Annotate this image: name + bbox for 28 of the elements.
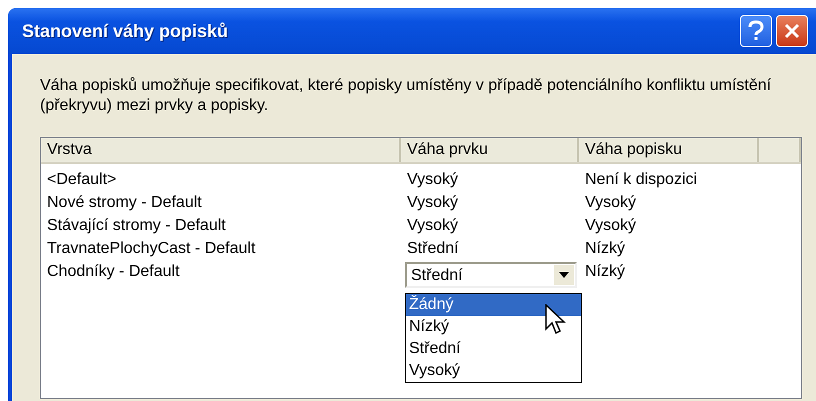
dropdown-option[interactable]: Žádný [406,294,581,316]
table-cell: Chodníky - Default [47,263,180,280]
help-button[interactable] [740,15,772,47]
table-cell: Nízký [585,263,625,280]
question-mark-icon [747,20,765,42]
weight-dropdown[interactable]: Střední [405,262,577,288]
table-cell: Střední [407,240,459,257]
table-cell: Vysoký [585,194,636,211]
table-cell: Stávající stromy - Default [47,217,226,234]
table-cell: Vysoký [407,171,458,188]
table-cell: Není k dispozici [585,171,698,188]
dropdown-option[interactable]: Střední [406,338,581,360]
close-button[interactable] [776,15,808,47]
table-cell: Vysoký [407,194,458,211]
column-header[interactable]: Váha popisku [579,138,759,162]
close-icon [783,22,801,40]
table-cell: TravnatePlochyCast - Default [47,240,256,257]
table-cell: Vysoký [407,217,458,234]
table-cell: Vysoký [585,217,636,234]
column-header[interactable]: Vrstva [41,138,401,162]
table-cell: <Default> [47,171,116,188]
table-cell: Nové stromy - Default [47,194,202,211]
description-text: Váha popisků umožňuje specifikovat, které popisky umístěny v případě potenciálního konfliktu umístění (překryvu) mezi prvky a popisky. [40,76,772,116]
window-title: Stanovení váhy popisků [22,20,228,42]
table-cell: Nízký [585,240,625,257]
dropdown-option[interactable]: Vysoký [406,360,581,382]
column-header[interactable]: Váha prvku [401,138,579,162]
dropdown-option[interactable]: Nízký [406,316,581,338]
